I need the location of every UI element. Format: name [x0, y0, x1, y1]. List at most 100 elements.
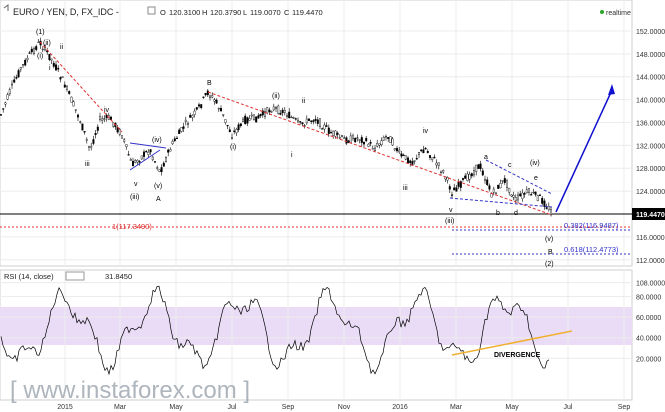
- time-axis[interactable]: 2015 Mar May Jul Sep Nov 2016 Mar May Jul Sep: [57, 404, 630, 411]
- candle-body: [422, 149, 425, 154]
- candle-body: [268, 109, 271, 113]
- candle-body: [204, 93, 207, 96]
- candle-body: [523, 193, 526, 195]
- candle-body: [323, 124, 326, 130]
- candle-body: [398, 149, 401, 153]
- candle-body: [492, 188, 495, 193]
- candle-body: [539, 194, 542, 196]
- chart-canvas: EURO / YEN, D, FX_IDC - O 120.3100 H 120…: [0, 0, 665, 411]
- candle-body: [6, 94, 9, 100]
- candle-body: [451, 194, 454, 196]
- candle-body: [321, 128, 324, 130]
- candle-body: [380, 140, 383, 145]
- candle-body: [501, 180, 504, 182]
- price-tick-label: 116.0000: [636, 235, 665, 242]
- candle-body: [167, 149, 170, 153]
- candle-body: [506, 180, 509, 188]
- price-axis[interactable]: 152.0000 148.0000 144.0000 140.0000 136.0000…: [636, 29, 665, 288]
- candle-body: [462, 178, 465, 180]
- candle-body: [305, 118, 308, 124]
- candle-body: [0, 114, 2, 116]
- time-tick-label: Sep: [282, 404, 295, 411]
- fib-0382-label: 0.382(116.9487): [564, 221, 619, 230]
- candle-body: [156, 167, 159, 169]
- wave-label: (v): [154, 183, 162, 190]
- realtime-label: realtime: [606, 10, 631, 17]
- wave-label: (ii): [43, 40, 51, 47]
- candle-body: [13, 79, 16, 83]
- candle-body: [37, 41, 40, 43]
- candle-body: [120, 135, 123, 139]
- candle-body: [186, 123, 189, 125]
- wave-label: (i): [230, 144, 236, 151]
- candle-body: [171, 141, 174, 144]
- candle-body: [407, 157, 410, 164]
- candle-body: [283, 110, 286, 113]
- candle-body: [435, 162, 438, 166]
- candle-body: [127, 154, 130, 156]
- candle-body: [59, 77, 62, 80]
- candle-body: [510, 194, 513, 197]
- wave-label: e: [534, 175, 538, 182]
- candle-body: [349, 135, 352, 144]
- ohlc-o-label: O: [160, 8, 166, 17]
- candle-body: [33, 48, 36, 54]
- candle-body: [365, 138, 368, 142]
- candle-body: [169, 149, 172, 152]
- candle-body: [175, 137, 178, 139]
- candle-body: [149, 149, 152, 153]
- time-tick-label: Mar: [114, 404, 127, 411]
- candle-body: [160, 167, 163, 172]
- candle-body: [26, 57, 29, 60]
- time-tick-label: Jul: [228, 404, 237, 411]
- candle-body: [466, 173, 469, 181]
- candle-body: [112, 122, 115, 127]
- candle-body: [393, 148, 396, 151]
- candle-body: [402, 154, 405, 156]
- ohlc-h-value: 120.3790: [210, 8, 241, 17]
- candle-body: [358, 139, 361, 141]
- candle-body: [327, 127, 330, 134]
- candle-body: [488, 185, 491, 190]
- current-price-value: 119.4470: [636, 212, 665, 219]
- candle-body: [211, 95, 214, 98]
- candle-body: [213, 99, 216, 102]
- rsi-axis[interactable]: 80.0000 60.0000 40.0000 20.0000: [636, 295, 661, 364]
- divergence-label: DIVERGENCE: [494, 352, 541, 359]
- candle-body: [413, 160, 416, 162]
- candle-body: [235, 129, 238, 134]
- candle-body: [61, 76, 64, 78]
- candle-body: [162, 162, 165, 167]
- ohlc-o-value: 120.3100: [169, 8, 200, 17]
- ohlc-h-label: H: [202, 8, 207, 17]
- candle-body: [312, 120, 315, 122]
- candle-body: [385, 136, 388, 138]
- candle-body: [250, 114, 253, 117]
- candle-body: [202, 96, 205, 98]
- wave-label: (v): [545, 236, 553, 243]
- candle-body: [195, 107, 198, 110]
- candle-body: [74, 109, 77, 111]
- candle-body: [281, 109, 284, 114]
- price-tick-label: 128.0000: [636, 166, 665, 173]
- wave-label: v: [449, 207, 453, 214]
- rsi-tick-label: 40.0000: [636, 336, 661, 343]
- candle-body: [299, 121, 302, 123]
- rsi-label: RSI (14, close): [4, 272, 54, 281]
- candle-body: [409, 160, 412, 163]
- candle-body: [341, 135, 344, 137]
- candle-body: [470, 173, 473, 177]
- candle-body: [182, 126, 185, 129]
- candle-body: [426, 151, 429, 153]
- candle-body: [532, 191, 535, 194]
- candle-body: [525, 189, 528, 193]
- candle-body: [495, 192, 498, 194]
- candle-body: [330, 132, 333, 134]
- candle-body: [279, 113, 282, 115]
- candle-body: [389, 136, 392, 143]
- candle-body: [145, 151, 148, 153]
- candle-body: [550, 209, 553, 215]
- candle-body: [371, 148, 374, 150]
- candle-body: [453, 187, 456, 191]
- fib-1-label: 1(117.3490): [112, 222, 152, 231]
